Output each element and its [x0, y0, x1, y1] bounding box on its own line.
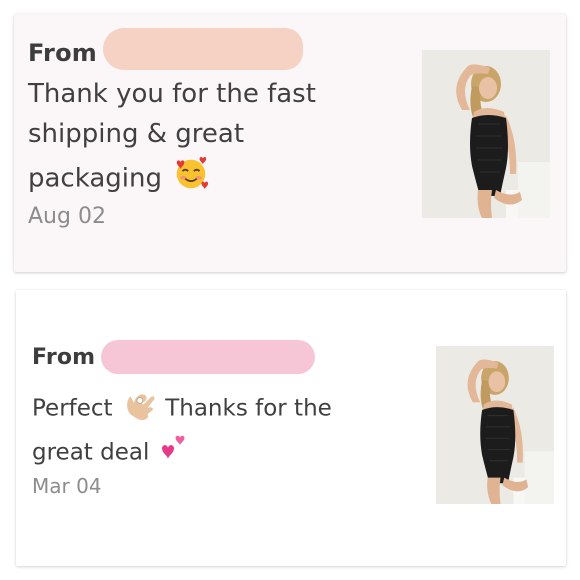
review-message: Perfect Thanks for the great deal: [32, 386, 392, 474]
review-date: Mar 04: [32, 474, 102, 498]
review-card[interactable]: From Thank you for the fast shipping & g…: [14, 14, 566, 272]
review-date: Aug 02: [28, 204, 106, 229]
sender-row: From: [32, 340, 316, 374]
from-label: From: [32, 344, 96, 370]
ok-hand-icon: [122, 386, 156, 432]
screenshot-canvas: From Thank you for the fast shipping & g…: [0, 0, 580, 580]
product-thumbnail[interactable]: [436, 346, 554, 504]
smiling-face-with-hearts-icon: [172, 154, 210, 204]
review-card[interactable]: From Perfect Thanks for the great deal M…: [16, 290, 566, 566]
sender-row: From: [28, 28, 303, 74]
redacted-sender-name: [101, 340, 316, 374]
review-message: Thank you for the fast shipping & great …: [28, 74, 358, 204]
two-hearts-icon: [159, 432, 189, 474]
redacted-sender-name: [103, 28, 303, 70]
product-thumbnail[interactable]: [422, 50, 550, 218]
from-label: From: [28, 39, 97, 67]
review-message-part-1: Perfect: [32, 395, 113, 422]
